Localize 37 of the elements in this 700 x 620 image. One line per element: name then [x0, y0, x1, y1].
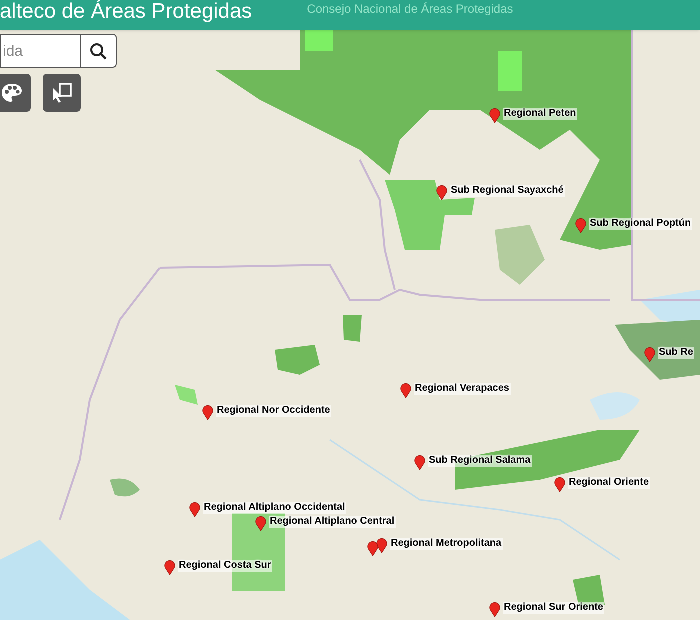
pin-label: Sub Regional Poptún	[589, 218, 692, 230]
app-subtitle: Consejo Nacional de Áreas Protegidas	[307, 1, 514, 18]
search-field[interactable]: ida	[0, 34, 80, 68]
map-pin-icon[interactable]	[436, 185, 448, 200]
pin-label: Sub Re	[658, 347, 694, 359]
lake	[590, 392, 640, 420]
pin-label: Regional Oriente	[568, 477, 650, 489]
map-pin-icon[interactable]	[489, 602, 501, 617]
pin-label: Sub Regional Sayaxché	[450, 185, 565, 197]
pin-label: Regional Peten	[503, 108, 578, 120]
pin-label: Regional Nor Occidente	[216, 405, 332, 417]
map-pin-icon[interactable]	[414, 455, 426, 470]
search-button[interactable]	[80, 34, 117, 68]
map-pin-icon[interactable]	[644, 347, 656, 362]
pin-label: Regional Verapaces	[414, 383, 510, 395]
cursor-select-icon	[51, 82, 73, 104]
pin-label: Regional Metropolitana	[390, 538, 503, 550]
map-pin-icon[interactable]	[489, 108, 501, 123]
pin-label: Regional Costa Sur	[178, 560, 272, 572]
map-pin-icon[interactable]	[164, 560, 176, 575]
map-pin-icon[interactable]	[554, 477, 566, 492]
pin-label: Regional Sur Oriente	[503, 602, 604, 614]
tool-button[interactable]	[0, 74, 31, 112]
palette-icon	[1, 83, 23, 103]
pin-label: Regional Altiplano Central	[269, 516, 396, 528]
map-pin-icon[interactable]	[255, 516, 267, 531]
map-pin-icon[interactable]	[189, 502, 201, 517]
map-pin-icon[interactable]	[400, 383, 412, 398]
map-pin-icon[interactable]	[376, 538, 388, 553]
map-pin-icon[interactable]	[367, 541, 379, 556]
tool-button[interactable]	[43, 74, 81, 112]
app-title: alteco de Áreas Protegidas	[0, 0, 252, 24]
search-icon	[90, 42, 107, 60]
pin-label: Sub Regional Salama	[428, 455, 532, 467]
map-pin-icon[interactable]	[575, 218, 587, 233]
map-pin-icon[interactable]	[202, 405, 214, 420]
pin-label: Regional Altiplano Occidental	[203, 502, 346, 514]
